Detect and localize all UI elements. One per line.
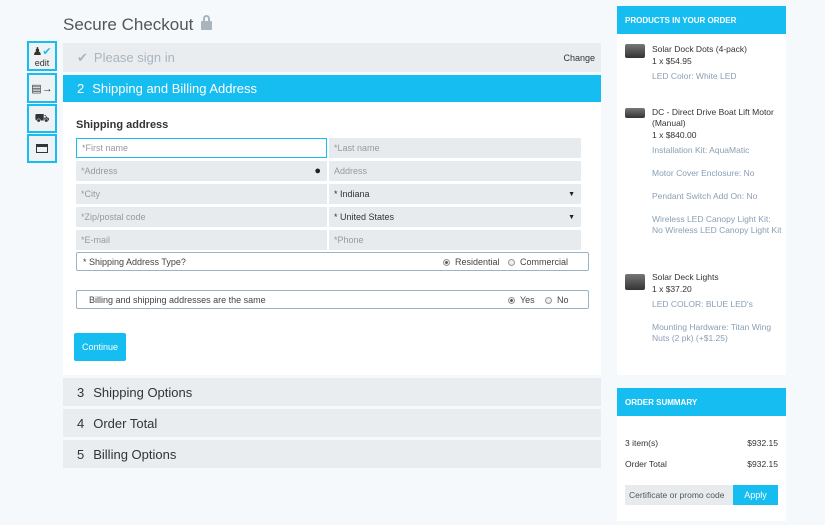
product-image <box>625 44 645 58</box>
city-input[interactable]: *City <box>76 184 327 204</box>
radio-yes[interactable]: Yes <box>508 295 535 305</box>
chevron-down-icon: ▼ <box>568 190 575 198</box>
last-name-input[interactable]: *Last name <box>329 138 581 158</box>
page-title: Secure Checkout <box>63 15 213 35</box>
radio-commercial[interactable]: Commercial <box>508 257 568 267</box>
order-summary-heading: ORDER SUMMARY <box>617 388 786 416</box>
user-icon: ♟✔ <box>32 45 52 58</box>
promo-code-input[interactable]: Certificate or promo code <box>625 485 733 505</box>
product-image <box>625 108 645 118</box>
first-name-input[interactable]: *First name <box>76 138 327 158</box>
product-item: Solar Dock Dots (4-pack) 1 x $54.95 LED Co… <box>652 44 747 81</box>
change-link[interactable]: Change <box>563 53 595 63</box>
check-icon: ✔ <box>77 49 88 65</box>
country-select[interactable]: * United States ▼ <box>329 207 581 227</box>
state-select[interactable]: * Indiana ▼ <box>329 184 581 204</box>
radio-residential[interactable]: Residential <box>443 257 500 267</box>
step-nav-address[interactable]: ▤→ <box>27 73 57 103</box>
products-heading: PRODUCTS IN YOUR ORDER <box>617 6 786 34</box>
apply-button[interactable]: Apply <box>733 485 778 505</box>
product-image <box>625 274 645 290</box>
shipping-address-heading: Shipping address <box>76 119 169 131</box>
credit-card-icon <box>36 144 48 153</box>
lock-icon <box>201 15 213 30</box>
product-item: Solar Deck Lights 1 x $37.20 LED COLOR: B… <box>652 272 772 343</box>
same-address-group: Billing and shipping addresses are the s… <box>76 290 589 309</box>
section-billing-options[interactable]: 5 Billing Options <box>63 440 601 468</box>
location-pin-icon[interactable]: ● <box>314 165 321 177</box>
total-row: Order Total $932.15 <box>625 459 778 469</box>
sign-in-section[interactable]: ✔ Please sign in Change <box>63 43 601 72</box>
items-row: 3 item(s) $932.15 <box>625 438 778 448</box>
radio-no[interactable]: No <box>545 295 569 305</box>
address-input[interactable]: *Address ● <box>76 161 327 181</box>
step-nav-billing[interactable] <box>27 134 57 163</box>
products-panel: PRODUCTS IN YOUR ORDER Solar Dock Dots (… <box>617 6 786 375</box>
email-input[interactable]: *E-mail <box>76 230 327 250</box>
product-item: DC - Direct Drive Boat Lift Motor (Manua… <box>652 107 782 235</box>
address2-input[interactable]: Address <box>329 161 581 181</box>
phone-input[interactable]: *Phone <box>329 230 581 250</box>
step-nav-sign-in[interactable]: ♟✔ edit <box>27 41 57 71</box>
truck-icon: ⛟ <box>34 110 50 125</box>
shipping-billing-section-header: 2 Shipping and Billing Address <box>63 75 601 102</box>
chevron-down-icon: ▼ <box>568 213 575 221</box>
zip-input[interactable]: *Zip/postal code <box>76 207 327 227</box>
address-type-group: * Shipping Address Type? Residential Com… <box>76 252 589 271</box>
section-order-total[interactable]: 4 Order Total <box>63 409 601 437</box>
order-summary-panel: ORDER SUMMARY 3 item(s) $932.15 Order Tot… <box>617 388 786 521</box>
check-icon: ✔ <box>42 45 52 58</box>
step-nav-shipping[interactable]: ⛟ <box>27 104 57 133</box>
continue-button[interactable]: Continue <box>74 333 126 361</box>
id-card-icon: ▤→ <box>31 82 53 95</box>
section-shipping-options[interactable]: 3 Shipping Options <box>63 378 601 406</box>
